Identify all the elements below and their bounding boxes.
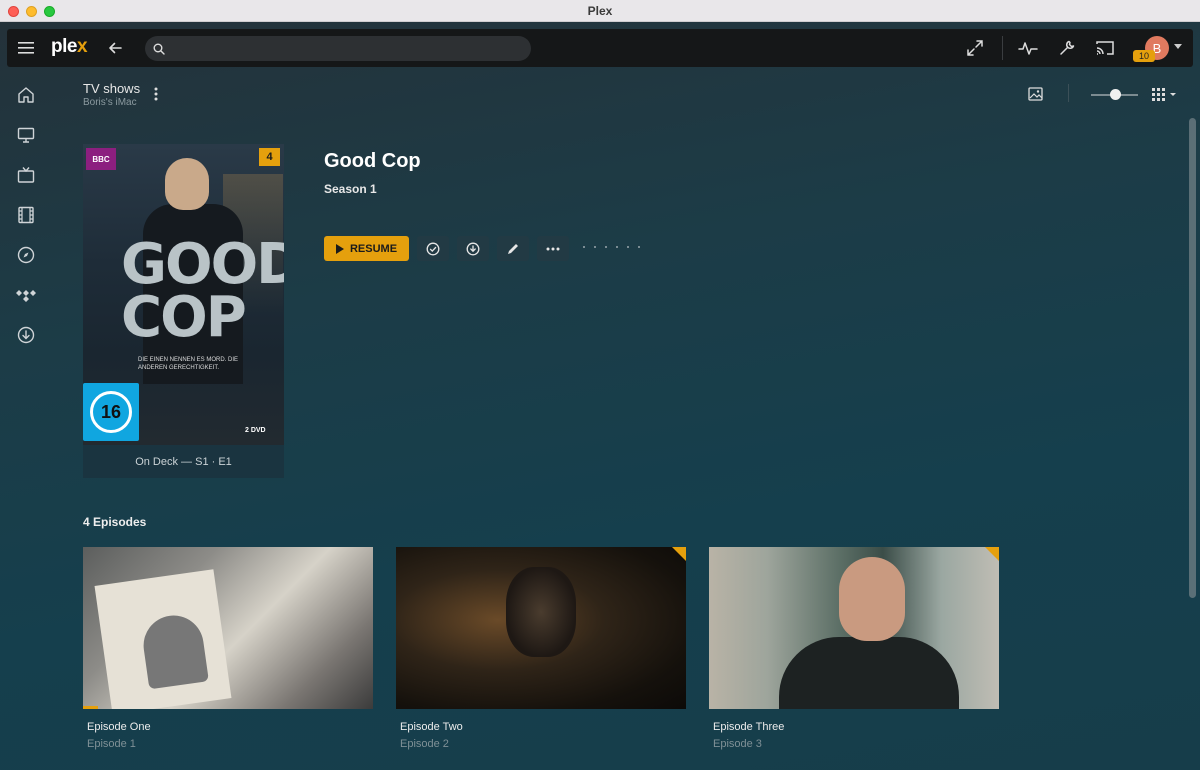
close-window-button[interactable] [8,6,19,17]
episode-card[interactable]: Episode One Episode 1 [83,547,373,750]
window-controls [8,6,55,17]
episode-title[interactable]: Episode Two [396,721,686,733]
unwatched-indicator [672,547,686,561]
pencil-icon [508,243,518,254]
resume-button[interactable]: RESUME [324,236,409,261]
download-circle-icon [466,242,480,255]
image-icon[interactable] [1026,85,1044,103]
film-icon[interactable] [15,204,37,226]
slider-handle[interactable] [1110,89,1121,100]
scrollbar[interactable] [1189,118,1196,598]
home-icon[interactable] [15,84,37,106]
loading-dots [583,246,640,248]
search-input[interactable] [171,41,511,56]
age-rating-badge: 16 [83,383,139,441]
watch-progress-bar [83,706,98,709]
network-logo: BBC [86,148,116,170]
episode-card[interactable]: Episode Three Episode 3 [709,547,999,750]
more-horizontal-icon [546,247,560,250]
notification-badge: 10 [1133,50,1155,62]
poster-tagline: DIE EINEN NENNEN ES MORD. DIE ANDEREN GE… [138,357,239,371]
episode-number: Episode 2 [400,738,449,750]
monitor-icon[interactable] [15,124,37,146]
window-titlebar: Plex [0,0,1200,22]
more-vertical-icon[interactable] [150,85,162,103]
menu-icon[interactable] [18,40,34,56]
plex-logo[interactable]: plex [51,36,88,58]
episode-thumbnail[interactable] [709,547,999,709]
plex-app: plex B 10 TV shows Boris's iMac BBC 4 GO… [0,22,1200,770]
edit-button[interactable] [497,236,529,261]
play-icon [335,243,344,254]
cast-icon[interactable] [1095,38,1115,58]
episode-thumbnail[interactable] [396,547,686,709]
poster-title-line1: GOOD [121,232,284,297]
show-poster-card[interactable]: BBC 4 GOOD COP DIE EINEN NENNEN ES MORD.… [83,144,284,478]
download-button[interactable] [457,236,489,261]
header-divider [1068,84,1069,102]
compass-icon[interactable] [15,244,37,266]
check-circle-icon [426,242,440,255]
episodes-heading: 4 Episodes [83,515,147,529]
server-name: Boris's iMac [83,97,137,108]
episode-count-badge: 4 [259,148,280,166]
unwatched-indicator [985,547,999,561]
episode-title[interactable]: Episode Three [709,721,999,733]
library-title[interactable]: TV shows [83,81,140,96]
settings-wrench-icon[interactable] [1057,38,1077,58]
mark-watched-button[interactable] [417,236,449,261]
window-title: Plex [587,3,613,18]
tidal-icon[interactable] [15,284,37,306]
episode-card[interactable]: Episode Two Episode 2 [396,547,686,750]
search-icon [153,43,165,55]
activity-icon[interactable] [1018,38,1038,58]
minimize-window-button[interactable] [26,6,37,17]
fullscreen-icon[interactable] [965,38,985,58]
top-bar: plex B 10 [7,29,1193,67]
show-poster[interactable]: BBC 4 GOOD COP DIE EINEN NENNEN ES MORD.… [83,144,284,445]
on-deck-label: On Deck — S1 · E1 [135,456,232,468]
grid-view-icon[interactable] [1152,86,1178,102]
topbar-divider [1002,36,1003,60]
more-options-button[interactable] [537,236,569,261]
zoom-window-button[interactable] [44,6,55,17]
episode-number: Episode 1 [87,738,136,750]
episode-title[interactable]: Episode One [83,721,373,733]
search-bar[interactable] [145,36,531,61]
season-label: Season 1 [324,182,377,196]
download-icon[interactable] [15,324,37,346]
back-arrow-icon[interactable] [106,39,124,57]
show-title: Good Cop [324,150,421,172]
episode-thumbnail[interactable] [83,547,373,709]
poster-title-line2: COP [121,285,247,350]
tv-icon[interactable] [15,164,37,186]
chevron-down-icon[interactable] [1174,44,1182,49]
episode-number: Episode 3 [713,738,762,750]
format-label: 2 DVD [245,427,266,434]
